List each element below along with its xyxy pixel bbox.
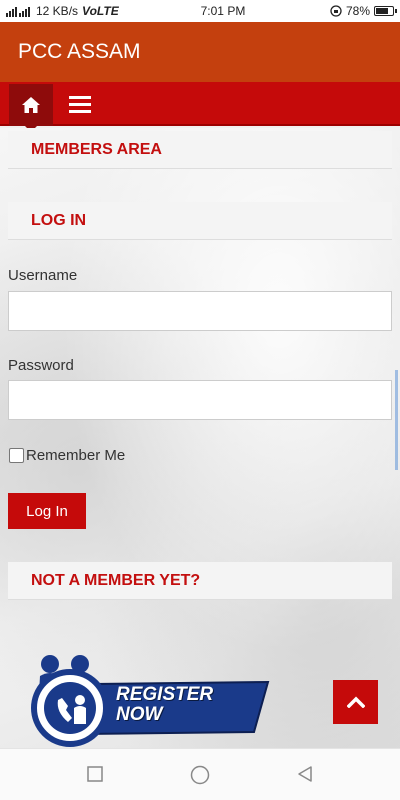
password-input[interactable] <box>8 380 392 420</box>
remember-me[interactable]: Remember Me <box>9 447 125 464</box>
remember-me-checkbox[interactable] <box>9 448 24 463</box>
menu-bar-line <box>69 109 91 113</box>
app-bar: PCC ASSAM <box>0 22 400 82</box>
chevron-up-icon <box>346 696 365 708</box>
back-to-top-button[interactable] <box>333 680 378 724</box>
nav-bar <box>0 82 400 132</box>
recent-apps-icon[interactable] <box>86 765 104 783</box>
register-now-text[interactable]: REGISTER NOW <box>94 679 270 731</box>
network-speed: 12 KB/s <box>36 4 79 18</box>
menu-bar-line <box>69 95 91 99</box>
menu-bar-line <box>69 102 91 106</box>
login-button[interactable]: Log In <box>8 493 86 529</box>
back-nav-icon[interactable] <box>296 765 314 783</box>
battery-icon <box>374 6 397 16</box>
app-title: PCC ASSAM <box>18 40 141 63</box>
register-line-2: NOW <box>116 704 163 725</box>
status-time: 7:01 PM <box>200 4 246 18</box>
status-left: 12 KB/s VoLTE <box>6 4 156 18</box>
scrollbar[interactable] <box>395 370 398 470</box>
volte-label: VoLTE <box>82 4 119 18</box>
hamburger-menu-icon[interactable] <box>66 90 94 118</box>
system-navigation-bar <box>0 748 400 800</box>
home-nav-icon[interactable] <box>189 765 211 785</box>
register-line-1: REGISTER <box>116 684 214 705</box>
status-bar: 12 KB/s VoLTE 7:01 PM 78% <box>0 0 400 22</box>
members-area-header: MEMBERS AREA <box>8 131 392 169</box>
battery-percent: 78% <box>345 4 370 18</box>
remember-me-label: Remember Me <box>26 447 126 464</box>
home-button[interactable] <box>9 84 53 132</box>
home-icon <box>22 97 40 113</box>
signal-icon <box>6 7 30 17</box>
status-right: 78% <box>330 4 397 18</box>
login-header: LOG IN <box>8 202 392 240</box>
username-label: Username <box>8 267 78 284</box>
password-label: Password <box>8 357 74 374</box>
username-input[interactable] <box>8 291 392 331</box>
rotation-lock-icon <box>330 5 342 17</box>
not-member-header: NOT A MEMBER YET? <box>8 562 392 600</box>
